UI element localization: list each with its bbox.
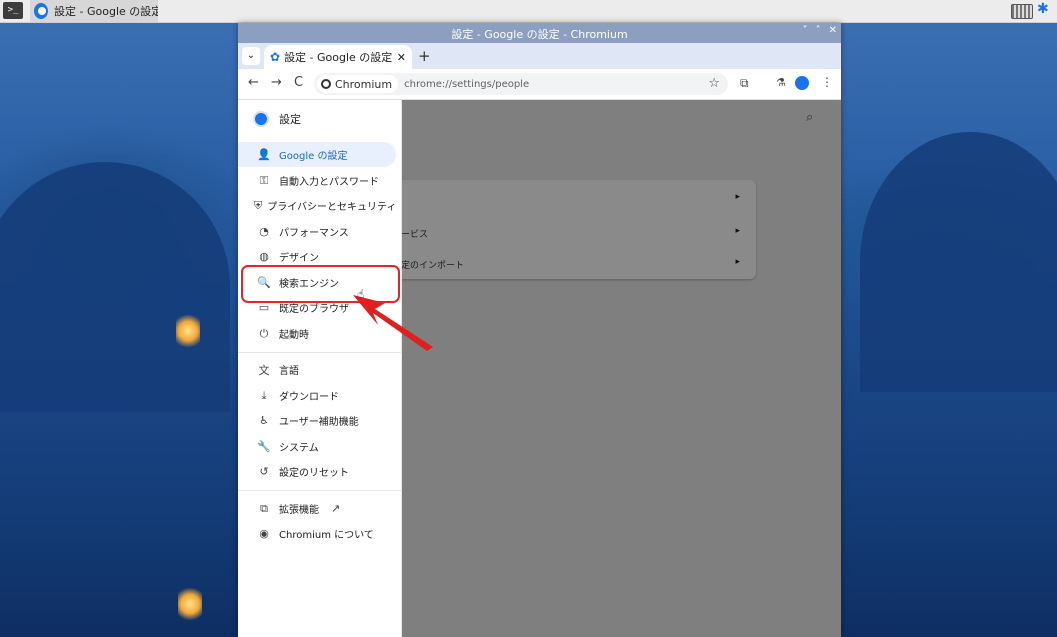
- hand-cursor-icon: ☝: [357, 287, 365, 301]
- back-button[interactable]: ←: [248, 75, 259, 90]
- sidebar-item-label: 自動入力とパスワード: [279, 177, 379, 188]
- wallpaper-mountain: [860, 132, 1057, 392]
- sidebar-item-label: デザイン: [279, 253, 319, 264]
- gear-icon: ✿: [270, 50, 281, 64]
- tab-label: 設定 - Google の設定: [284, 51, 393, 64]
- card-row[interactable]: 定のインポート ▸: [401, 250, 756, 280]
- download-icon: ⤓: [261, 388, 267, 402]
- browser-toolbar: ← → C Chromium chrome://settings/people …: [238, 69, 841, 100]
- url-text[interactable]: chrome://settings/people: [404, 79, 529, 90]
- external-link-icon: ↗: [331, 502, 341, 515]
- chevron-right-icon: ▸: [735, 226, 740, 236]
- settings-sidebar: 設定 👤 Google の設定 ⚿ 自動入力とパスワード ⛨ プライバシーとセキ…: [238, 100, 402, 637]
- key-icon: ⚿: [259, 173, 269, 187]
- sidebar-item-label: Google の設定: [279, 151, 348, 162]
- site-chip[interactable]: Chromium: [317, 75, 399, 93]
- sidebar-item-privacy[interactable]: ⛨ プライバシーとセキュリティ: [238, 193, 396, 218]
- sidebar-divider: [238, 490, 401, 491]
- sidebar-item-label: 拡張機能: [279, 505, 319, 516]
- wallpaper-mountain: [0, 162, 230, 412]
- card-row-label: 定のインポート: [401, 261, 465, 271]
- window-title: 設定 - Google の設定 - Chromium: [451, 28, 628, 41]
- card-row[interactable]: ▸: [401, 185, 756, 215]
- chromium-logo-icon: [253, 111, 269, 127]
- chevron-right-icon: ▸: [735, 257, 740, 267]
- accessibility-icon: ♿: [259, 414, 269, 427]
- address-bar[interactable]: Chromium chrome://settings/people ☆: [314, 73, 728, 95]
- site-label: Chromium: [335, 77, 393, 91]
- sidebar-header: 設定: [253, 111, 301, 127]
- bluetooth-icon[interactable]: ✱: [1037, 1, 1049, 17]
- taskbar: >_ 設定 - Google の設定... ✱: [0, 0, 1057, 23]
- sidebar-item-languages[interactable]: 文 言語: [238, 357, 396, 382]
- sidebar-item-label: 設定のリセット: [279, 468, 349, 479]
- window-titlebar[interactable]: 設定 - Google の設定 - Chromium ˅ ˄ ✕: [238, 23, 841, 43]
- tab-settings[interactable]: ✿ 設定 - Google の設定 ✕: [264, 45, 412, 69]
- sidebar-item-label: ユーザー補助機能: [279, 417, 359, 428]
- card-row[interactable]: ービス ▸: [401, 219, 756, 249]
- forward-button[interactable]: →: [271, 75, 282, 90]
- chromium-icon: [321, 79, 331, 89]
- main-panel-overlay: ⌕ ▸ ービス ▸ 定のインポート ▸: [401, 100, 841, 637]
- extensions-icon[interactable]: ⧉: [740, 76, 749, 91]
- settings-card: ▸ ービス ▸ 定のインポート ▸: [401, 180, 756, 279]
- sidebar-item-reset-settings[interactable]: ↺ 設定のリセット: [238, 459, 396, 484]
- card-row-label: ービス: [401, 230, 429, 240]
- sidebar-item-system[interactable]: 🔧 システム: [238, 434, 396, 459]
- arrow-shape: [353, 295, 433, 351]
- star-icon[interactable]: ☆: [708, 76, 720, 91]
- person-icon: 👤: [257, 148, 271, 161]
- minimize-button[interactable]: ˅: [803, 25, 808, 36]
- reset-icon: ↺: [259, 465, 269, 478]
- sidebar-item-extensions[interactable]: ⧉ 拡張機能 ↗: [238, 496, 396, 521]
- chromium-icon: ◉: [259, 527, 269, 540]
- browser-window: 設定 - Google の設定 - Chromium ˅ ˄ ✕ ⌄ ✿ 設定 …: [238, 23, 841, 637]
- wallpaper-lantern-reflection: [178, 587, 202, 621]
- sidebar-item-label: ダウンロード: [279, 392, 339, 403]
- profile-avatar[interactable]: [795, 76, 809, 90]
- sidebar-item-accessibility[interactable]: ♿ ユーザー補助機能: [238, 408, 396, 433]
- new-tab-button[interactable]: +: [418, 47, 431, 65]
- power-icon: ⏻: [259, 326, 269, 340]
- sidebar-item-label: 言語: [279, 366, 299, 377]
- tab-strip: ⌄ ✿ 設定 - Google の設定 ✕ +: [238, 43, 841, 69]
- puzzle-icon: ⧉: [260, 501, 268, 515]
- tab-close-icon[interactable]: ✕: [397, 51, 406, 64]
- speedometer-icon: ◔: [259, 225, 269, 238]
- flask-icon[interactable]: ⚗: [776, 76, 786, 89]
- sidebar-item-autofill[interactable]: ⚿ 自動入力とパスワード: [238, 168, 396, 193]
- sidebar-item-downloads[interactable]: ⤓ ダウンロード: [238, 383, 396, 408]
- wallpaper-lantern: [176, 314, 200, 348]
- reload-button[interactable]: C: [294, 75, 303, 90]
- search-icon[interactable]: ⌕: [806, 110, 813, 125]
- translate-icon: 文: [258, 363, 270, 377]
- sidebar-item-label: プライバシーとセキュリティ: [267, 202, 397, 213]
- chromium-icon: [34, 3, 49, 19]
- close-window-button[interactable]: ✕: [829, 25, 837, 36]
- menu-icon[interactable]: ⋮: [821, 75, 833, 89]
- chevron-right-icon: ▸: [735, 192, 740, 202]
- sidebar-item-about-chromium[interactable]: ◉ Chromium について: [238, 521, 396, 546]
- wrench-icon: 🔧: [257, 440, 271, 453]
- sidebar-item-performance[interactable]: ◔ パフォーマンス: [238, 219, 396, 244]
- sidebar-item-label: 起動時: [279, 330, 309, 341]
- shield-icon: ⛨: [254, 198, 263, 212]
- taskbar-chromium-task[interactable]: 設定 - Google の設定...: [30, 0, 158, 22]
- page-content: ⌕ ▸ ービス ▸ 定のインポート ▸ 設定 👤 Google の設定 ⚿ 自動…: [238, 100, 841, 637]
- page-title: 設定: [279, 113, 301, 126]
- palette-icon: ◍: [259, 250, 269, 263]
- sidebar-item-label: システム: [279, 443, 319, 454]
- taskbar-task-label: 設定 - Google の設定...: [54, 5, 158, 18]
- tab-search-chevron-icon[interactable]: ⌄: [242, 47, 260, 65]
- sidebar-item-label: パフォーマンス: [279, 228, 349, 239]
- sidebar-item-label: Chromium について: [279, 530, 374, 541]
- sidebar-item-google-settings[interactable]: 👤 Google の設定: [238, 142, 396, 167]
- maximize-button[interactable]: ˄: [816, 25, 821, 36]
- keyboard-icon[interactable]: [1011, 4, 1033, 19]
- terminal-icon[interactable]: >_: [3, 2, 23, 19]
